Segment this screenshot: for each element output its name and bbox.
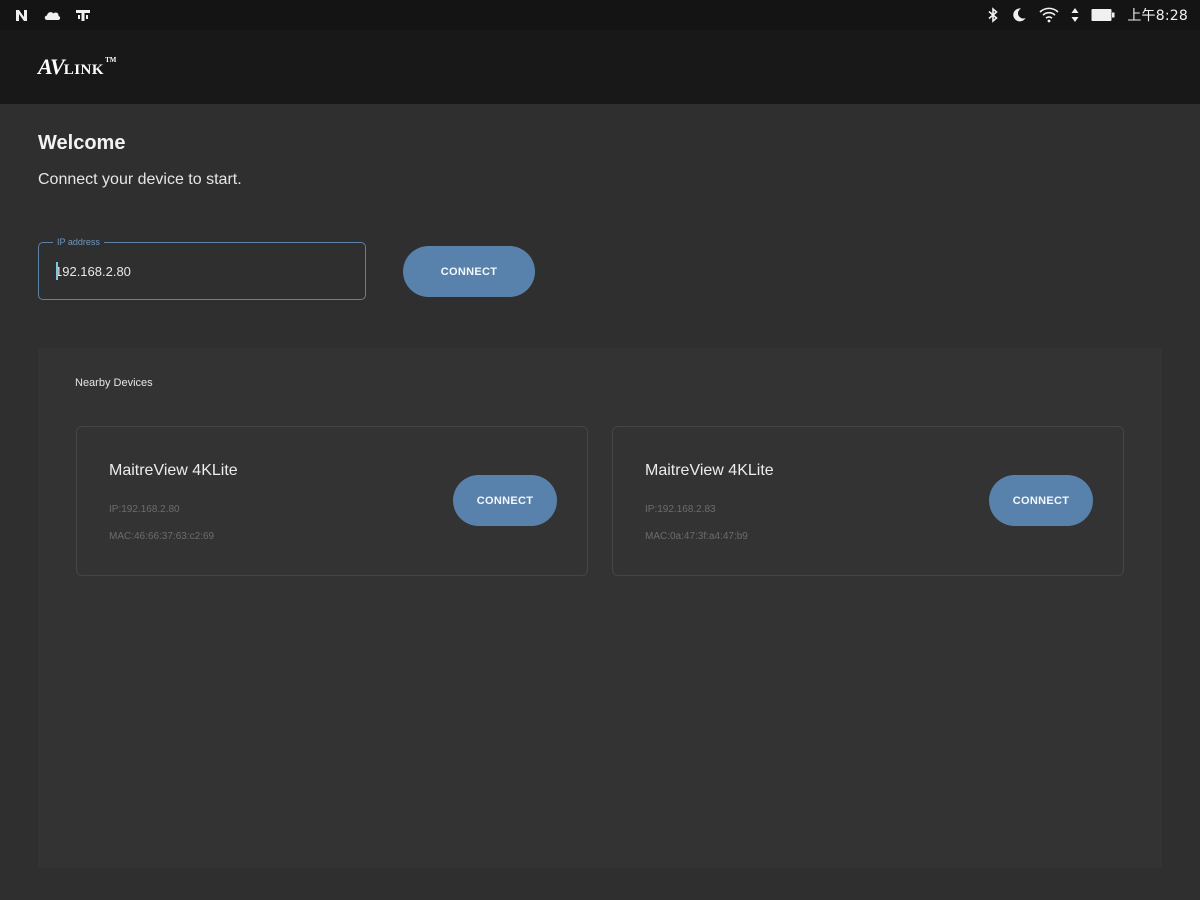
moon-icon [1011,7,1027,23]
device-connect-button[interactable]: CONNECT [989,475,1093,526]
battery-icon [1091,8,1115,22]
text-cursor [56,262,58,280]
status-bar: 上午8:28 [0,0,1200,30]
device-ip: IP:192.168.2.80 [109,504,180,515]
status-time: 上午8:28 [1127,8,1188,24]
device-name: MaitreView 4KLite [109,462,238,479]
n-icon [14,8,29,23]
welcome-title: Welcome [38,132,126,154]
device-mac: MAC:0a:47:3f:a4:47:b9 [645,531,748,542]
bluetooth-icon [987,7,999,23]
welcome-subtitle: Connect your device to start. [38,171,242,188]
device-ip: IP:192.168.2.83 [645,504,716,515]
device-card: MaitreView 4KLite IP:192.168.2.80 MAC:46… [76,426,588,576]
device-name: MaitreView 4KLite [645,462,774,479]
logo-trademark: TM [105,56,117,64]
nearby-devices-panel: Nearby Devices MaitreView 4KLite IP:192.… [38,348,1162,868]
status-left-icons [14,8,91,23]
device-card: MaitreView 4KLite IP:192.168.2.83 MAC:0a… [612,426,1124,576]
nearby-devices-title: Nearby Devices [75,377,153,389]
logo-av: AV [38,54,65,79]
connect-button[interactable]: CONNECT [403,246,535,297]
cloud-icon [43,8,61,22]
app-bar: AV LINK TM [0,30,1200,104]
avlink-logo: AV LINK TM [38,54,116,80]
ip-address-input[interactable] [55,261,345,281]
ip-address-field[interactable]: IP address [38,236,366,300]
status-right-icons: 上午8:28 [987,5,1188,25]
logo-link: LINK [63,62,105,78]
wifi-icon [1039,7,1059,23]
data-arrows-icon [1071,7,1079,23]
tv-icon [75,8,91,22]
device-connect-button[interactable]: CONNECT [453,475,557,526]
device-mac: MAC:46:66:37:63:c2:69 [109,531,215,542]
ip-address-label: IP address [53,236,104,248]
